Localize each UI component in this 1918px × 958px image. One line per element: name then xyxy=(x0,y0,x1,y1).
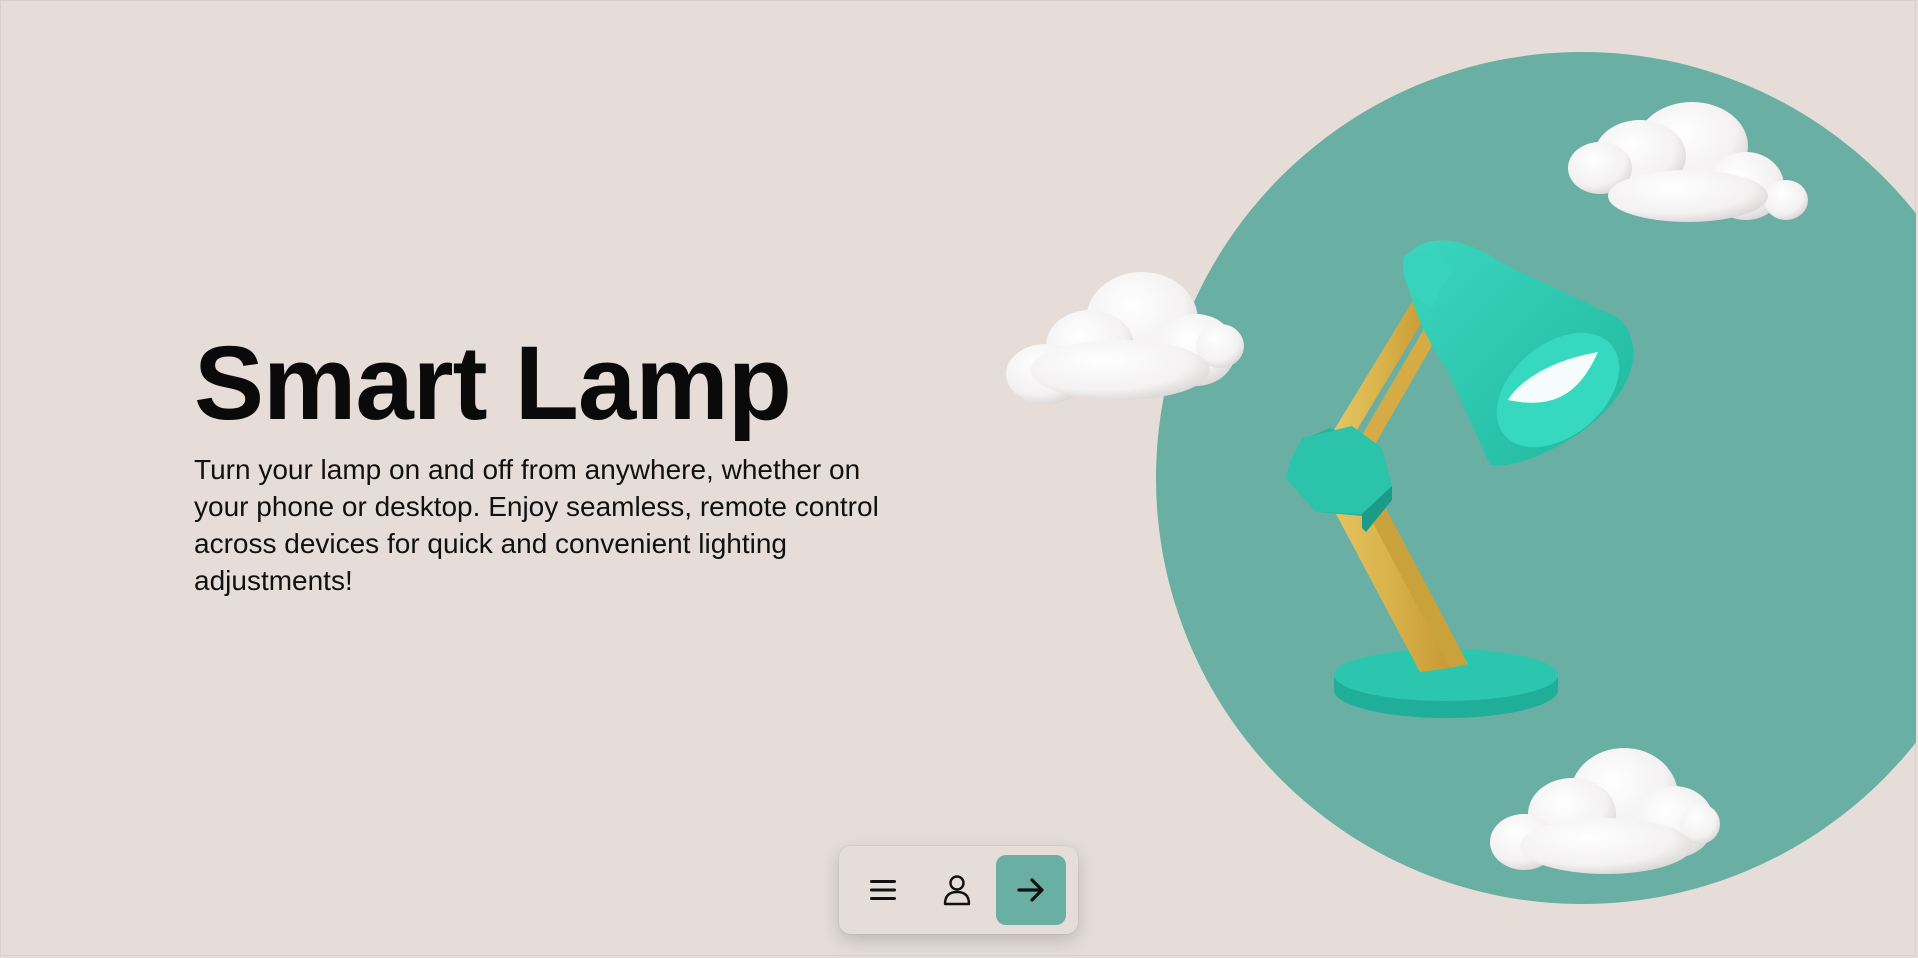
hero-section: Smart Lamp Turn your lamp on and off fro… xyxy=(194,330,894,599)
menu-button[interactable] xyxy=(848,855,918,925)
hero-description: Turn your lamp on and off from anywhere,… xyxy=(194,454,879,597)
page-title: Smart Lamp xyxy=(194,325,792,442)
teal-circle xyxy=(1156,52,1916,904)
bottom-dock xyxy=(839,846,1078,934)
user-button[interactable] xyxy=(922,855,992,925)
arrow-right-icon xyxy=(1017,878,1044,902)
user-icon xyxy=(943,875,971,906)
menu-icon xyxy=(870,880,896,900)
next-button[interactable] xyxy=(996,855,1066,925)
